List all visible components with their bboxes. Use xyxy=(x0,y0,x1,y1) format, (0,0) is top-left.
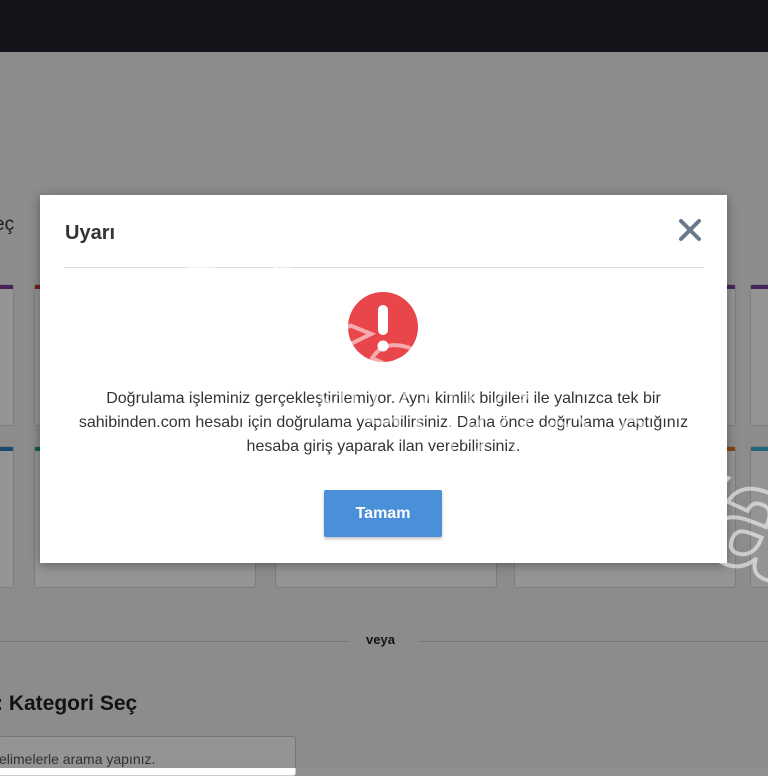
alert-dialog: Uyarı Doğrulama işleminiz gerçekleştiril… xyxy=(40,195,727,563)
dialog-message: Doğrulama işleminiz gerçekleştirilemiyor… xyxy=(78,390,689,455)
exclamation-icon xyxy=(348,292,418,362)
ok-button[interactable]: Tamam xyxy=(324,490,442,537)
dialog-title: Uyarı xyxy=(65,222,116,244)
close-button[interactable] xyxy=(677,217,703,243)
close-icon xyxy=(679,219,701,241)
dialog-divider xyxy=(64,267,704,268)
